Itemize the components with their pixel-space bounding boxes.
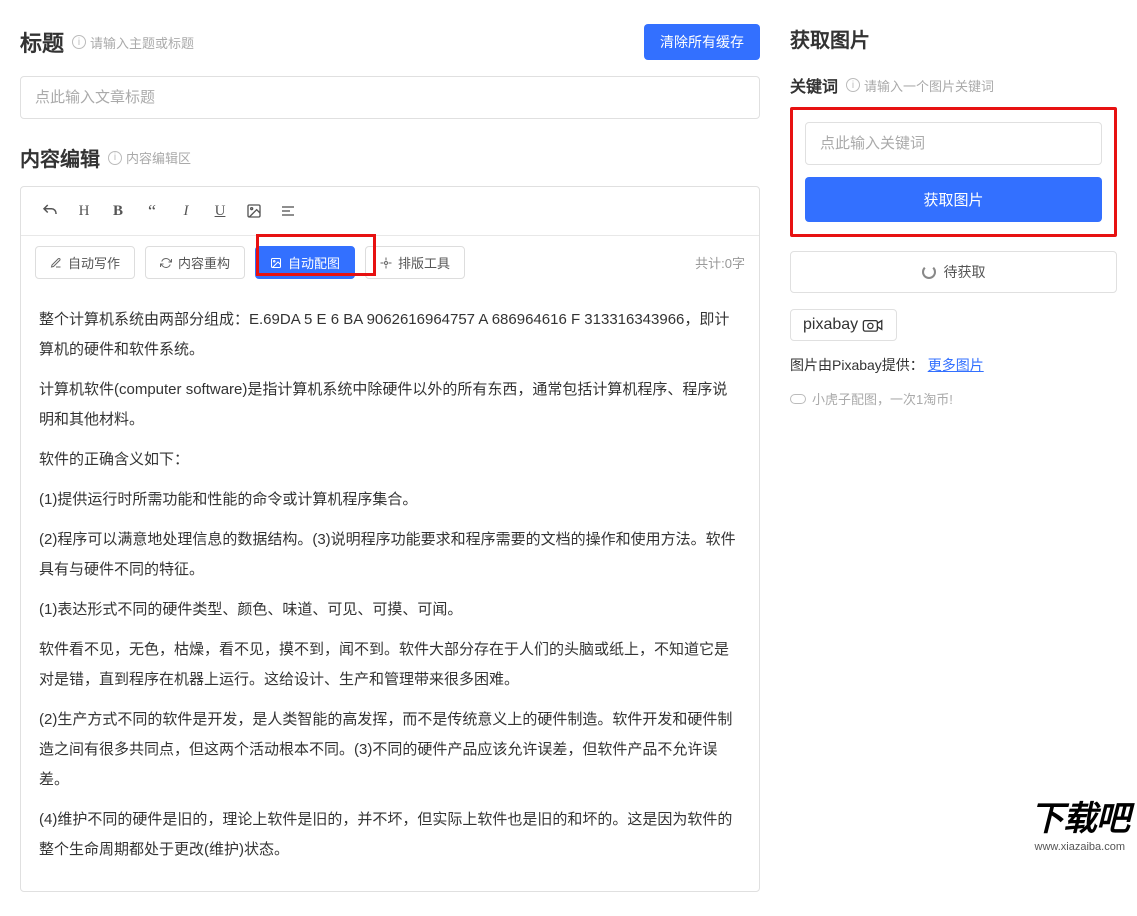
paragraph: 软件看不见，无色，枯燥，看不见，摸不到，闻不到。软件大部分存在于人们的头脑或纸上… bbox=[39, 635, 741, 695]
action-row: 自动写作 内容重构 自动配图 排版工具 共计:0字 bbox=[21, 236, 759, 289]
spinner-icon bbox=[922, 265, 936, 279]
title-heading: 标题 bbox=[20, 26, 64, 58]
bold-button[interactable]: B bbox=[103, 197, 133, 225]
sidebar-title: 获取图片 bbox=[790, 24, 1117, 53]
title-hint: i 请输入主题或标题 bbox=[72, 33, 194, 52]
auto-image-button[interactable]: 自动配图 bbox=[255, 246, 355, 279]
provider-line: 图片由Pixabay提供： 更多图片 bbox=[790, 355, 1117, 375]
pixabay-badge: pixabay bbox=[790, 309, 897, 341]
info-icon: i bbox=[846, 78, 860, 92]
align-button[interactable] bbox=[273, 197, 303, 225]
more-images-link[interactable]: 更多图片 bbox=[928, 357, 984, 373]
heading-button[interactable]: H bbox=[69, 197, 99, 225]
watermark: 下载吧 www.xiazaiba.com bbox=[1030, 791, 1129, 854]
keyword-input[interactable] bbox=[805, 122, 1102, 165]
keyword-label: 关键词 bbox=[790, 73, 838, 97]
fetch-image-button[interactable]: 获取图片 bbox=[805, 177, 1102, 222]
footer-note: 小虎子配图，一次1淘币! bbox=[790, 389, 1117, 408]
paragraph: (2)生产方式不同的软件是开发，是人类智能的高发挥，而不是传统意义上的硬件制造。… bbox=[39, 705, 741, 795]
italic-button[interactable]: I bbox=[171, 197, 201, 225]
camera-icon bbox=[862, 318, 884, 332]
paragraph: 软件的正确含义如下： bbox=[39, 445, 741, 475]
layout-tool-button[interactable]: 排版工具 bbox=[365, 246, 465, 279]
underline-button[interactable]: U bbox=[205, 197, 235, 225]
editor-hint: i 内容编辑区 bbox=[108, 148, 191, 167]
paragraph: 计算机软件(computer software)是指计算机系统中除硬件以外的所有… bbox=[39, 375, 741, 435]
format-toolbar: H B “ I U bbox=[21, 187, 759, 236]
word-count: 共计:0字 bbox=[695, 253, 745, 272]
paragraph: (1)表达形式不同的硬件类型、颜色、味道、可见、可摸、可闻。 bbox=[39, 595, 741, 625]
info-icon: i bbox=[72, 35, 86, 49]
article-title-input[interactable] bbox=[20, 76, 760, 119]
auto-write-button[interactable]: 自动写作 bbox=[35, 246, 135, 279]
cloud-icon bbox=[790, 394, 806, 404]
pending-status: 待获取 bbox=[790, 251, 1117, 293]
keyword-hint: i 请输入一个图片关键词 bbox=[846, 76, 994, 95]
editor-heading: 内容编辑 bbox=[20, 143, 100, 172]
info-icon: i bbox=[108, 151, 122, 165]
paragraph: (2)程序可以满意地处理信息的数据结构。(3)说明程序功能要求和程序需要的文档的… bbox=[39, 525, 741, 585]
title-header: 标题 i 请输入主题或标题 清除所有缓存 bbox=[20, 24, 760, 60]
clear-cache-button[interactable]: 清除所有缓存 bbox=[644, 24, 760, 60]
paragraph: 整个计算机系统由两部分组成：E.69DA 5 E 6 BA 9062616964… bbox=[39, 305, 741, 365]
image-button[interactable] bbox=[239, 197, 269, 225]
paragraph: (4)维护不同的硬件是旧的，理论上软件是旧的，并不坏，但实际上软件也是旧的和坏的… bbox=[39, 805, 741, 865]
editor-content[interactable]: 整个计算机系统由两部分组成：E.69DA 5 E 6 BA 9062616964… bbox=[21, 289, 759, 891]
undo-icon[interactable] bbox=[35, 197, 65, 225]
editor-container: H B “ I U 自动写作 内容重构 bbox=[20, 186, 760, 892]
keyword-highlight-box: 获取图片 bbox=[790, 107, 1117, 237]
quote-button[interactable]: “ bbox=[137, 197, 167, 225]
paragraph: (1)提供运行时所需功能和性能的命令或计算机程序集合。 bbox=[39, 485, 741, 515]
restructure-button[interactable]: 内容重构 bbox=[145, 246, 245, 279]
